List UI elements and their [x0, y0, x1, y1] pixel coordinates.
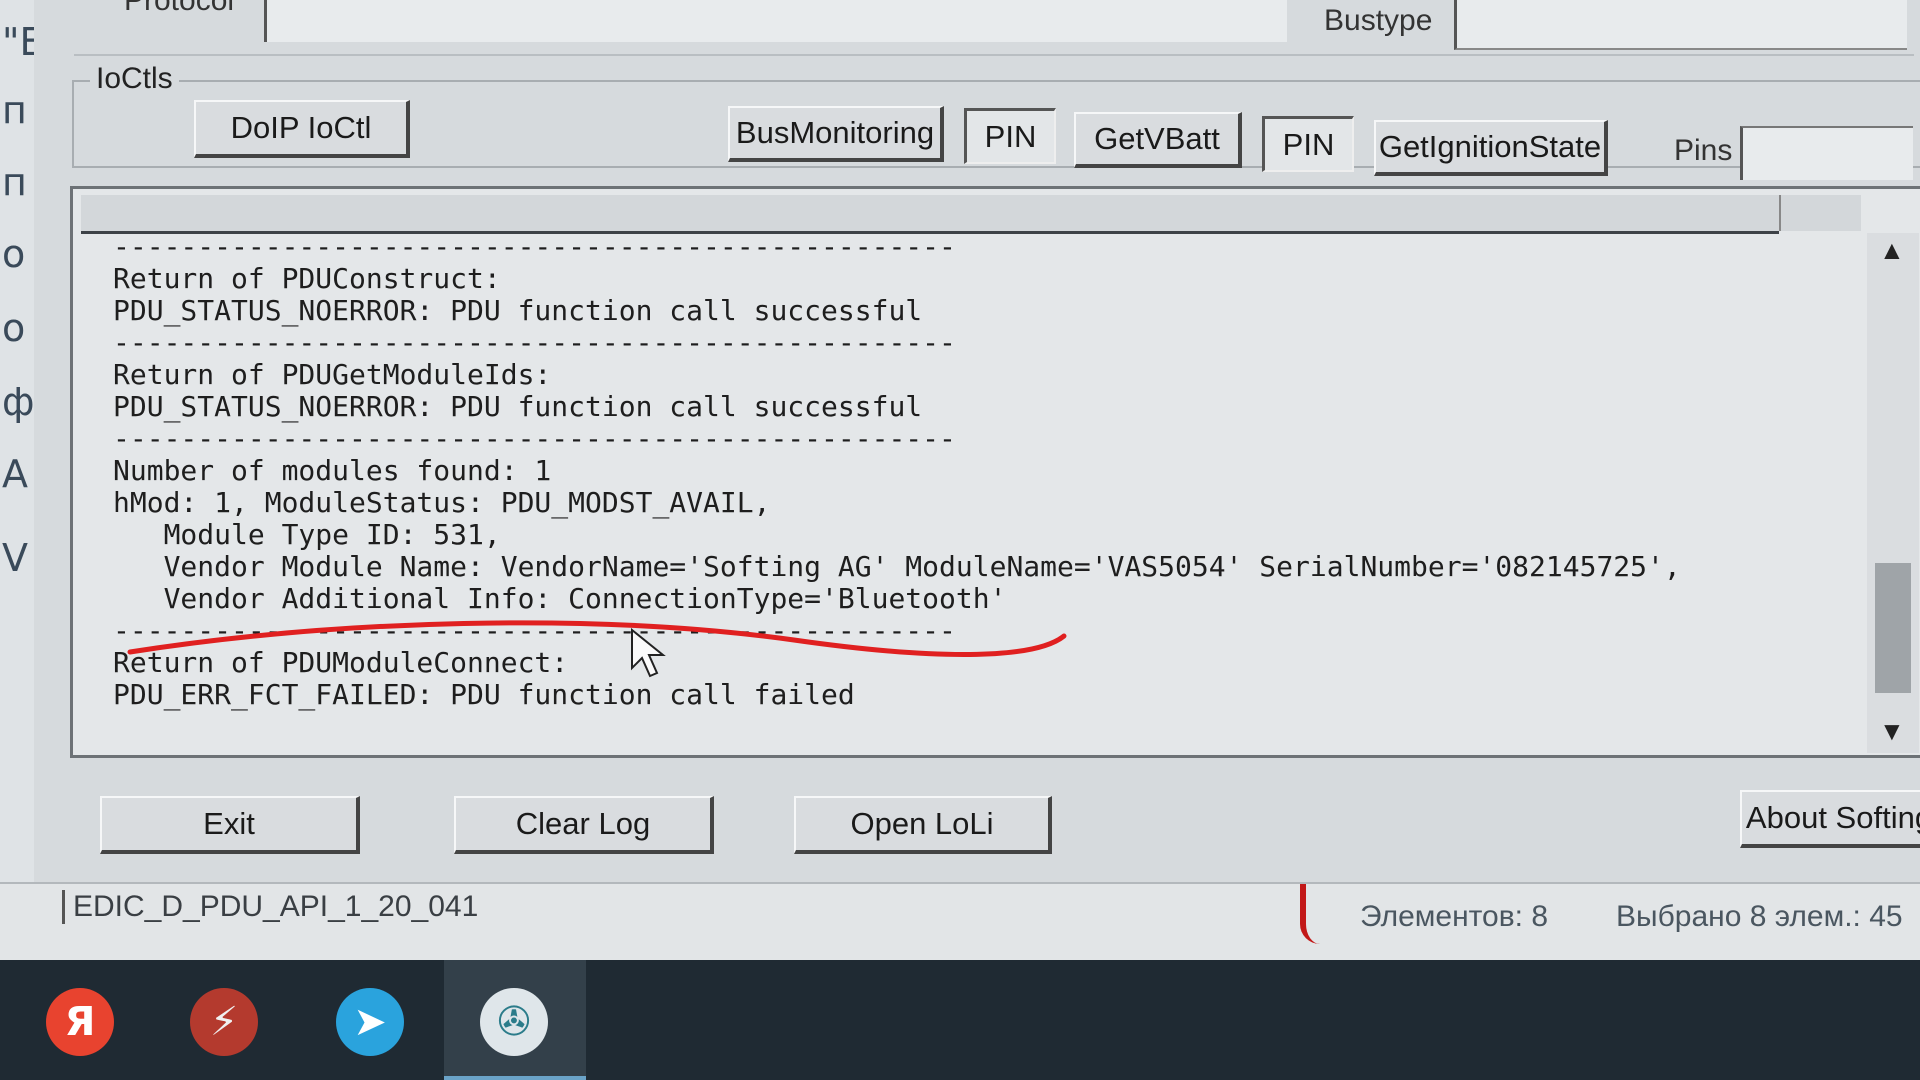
log-line: Return of PDUGetModuleIds:	[113, 358, 552, 391]
pins-field[interactable]	[1740, 126, 1913, 180]
vw-app-icon[interactable]: ✇	[480, 988, 548, 1056]
about-softing-button[interactable]: About Softing	[1740, 790, 1920, 848]
protocol-field[interactable]	[264, 0, 1287, 42]
red-annotation-mark	[1300, 884, 1320, 944]
log-header-cell	[1779, 195, 1861, 231]
background-glyph: п	[2, 88, 27, 132]
scrollbar-thumb[interactable]	[1875, 563, 1911, 693]
protocol-label: Protocol	[124, 0, 235, 17]
log-line: ----------------------------------------…	[113, 230, 956, 263]
log-text: ----------------------------------------…	[113, 231, 1793, 711]
taskbar: Я ⚡ ➤ ✇	[0, 960, 1920, 1080]
background-glyph: о	[2, 306, 26, 350]
busmonitoring-button[interactable]: BusMonitoring	[728, 106, 944, 162]
scroll-up-icon[interactable]: ▲	[1879, 235, 1905, 266]
telegram-icon[interactable]: ➤	[336, 988, 404, 1056]
log-line: Vendor Additional Info: ConnectionType='…	[113, 582, 1007, 615]
exit-button[interactable]: Exit	[100, 796, 360, 854]
log-line: hMod: 1, ModuleStatus: PDU_MODST_AVAIL,	[113, 486, 771, 519]
log-output-area[interactable]: ▲ ▼ ------------------------------------…	[70, 186, 1920, 758]
yandex-browser-icon[interactable]: Я	[46, 988, 114, 1056]
log-line: PDU_ERR_FCT_FAILED: PDU function call fa…	[113, 678, 855, 711]
pdu-api-test-window: Protocol Bustype IoCtls DoIP IoCtl BusMo…	[34, 0, 1920, 960]
log-scrollbar[interactable]: ▲ ▼	[1867, 233, 1919, 753]
scroll-down-icon[interactable]: ▼	[1879, 716, 1905, 747]
log-line: Return of PDUConstruct:	[113, 262, 501, 295]
pin-button-1[interactable]: PIN	[964, 108, 1056, 164]
elements-count: Элементов: 8	[1360, 900, 1549, 933]
background-glyph: V	[2, 536, 28, 580]
log-line: ----------------------------------------…	[113, 326, 956, 359]
log-line: Number of modules found: 1	[113, 454, 552, 487]
mouse-cursor-icon	[631, 628, 666, 678]
flash-icon[interactable]: ⚡	[190, 988, 258, 1056]
pins-label: Pins	[1674, 134, 1733, 167]
get-ignition-state-button[interactable]: GetIgnitionState	[1374, 120, 1608, 176]
log-line: PDU_STATUS_NOERROR: PDU function call su…	[113, 294, 923, 327]
pin-button-2[interactable]: PIN	[1262, 116, 1354, 172]
bustype-label: Bustype	[1324, 4, 1433, 37]
log-line: ----------------------------------------…	[113, 614, 956, 647]
selected-count: Выбрано 8 элем.: 45	[1616, 900, 1903, 933]
log-line: ----------------------------------------…	[113, 422, 956, 455]
background-glyph: о	[2, 232, 26, 276]
log-line: Module Type ID: 531,	[113, 518, 501, 551]
clear-log-button[interactable]: Clear Log	[454, 796, 714, 854]
status-bar: EDIC_D_PDU_API_1_20_041 Элементов: 8 Выб…	[0, 882, 1920, 962]
log-line: Return of PDUModuleConnect:	[113, 646, 569, 679]
getvbatt-button[interactable]: GetVBatt	[1074, 112, 1242, 168]
bustype-field[interactable]	[1454, 0, 1907, 50]
log-line: PDU_STATUS_NOERROR: PDU function call su…	[113, 390, 923, 423]
background-glyph: п	[2, 160, 27, 204]
background-glyph: А	[2, 452, 28, 496]
log-line: Vendor Module Name: VendorName='Softing …	[113, 550, 1681, 583]
api-version-label: EDIC_D_PDU_API_1_20_041	[62, 890, 478, 924]
ioctls-legend: IoCtls	[90, 62, 179, 96]
background-window-strip: "E п п о о ф А V	[0, 0, 44, 960]
open-loli-button[interactable]: Open LoLi	[794, 796, 1052, 854]
log-header-bar	[81, 195, 1779, 234]
background-glyph: ф	[2, 380, 35, 424]
connection-settings-strip: Protocol Bustype	[74, 0, 1914, 56]
doip-ioctl-button[interactable]: DoIP IoCtl	[194, 100, 410, 158]
